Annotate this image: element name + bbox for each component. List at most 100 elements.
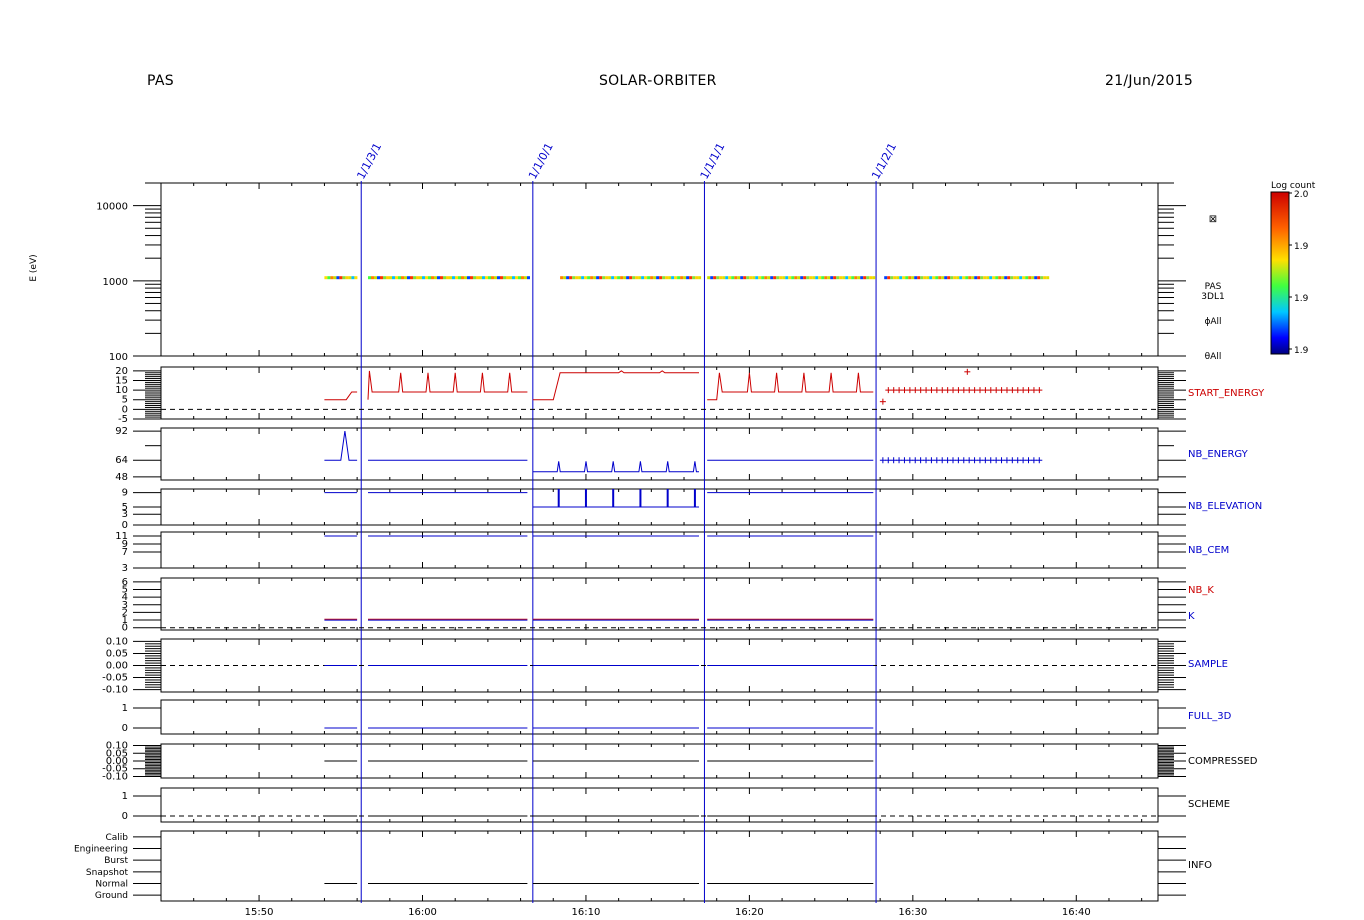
spectrogram-ylabel: E (eV) <box>29 254 39 281</box>
spectrogram-cell <box>1010 276 1014 280</box>
start-energy-line <box>707 372 874 401</box>
spectrogram-cell <box>833 276 837 280</box>
spectrogram-cell <box>560 276 564 280</box>
spectrogram-cell <box>725 276 729 280</box>
y-tick-label: 9 <box>122 488 128 499</box>
spectrogram-cell <box>506 276 509 280</box>
spectrogram-cell <box>422 276 425 280</box>
y-tick-label: 0.10 <box>106 636 128 647</box>
spectrogram-cell <box>944 276 948 280</box>
spectrogram-cell <box>398 276 401 280</box>
spectrogram-cell <box>371 276 374 280</box>
spectrogram-label-mode: 3DL1 <box>1201 292 1224 302</box>
spectrogram-cell <box>758 276 762 280</box>
x-tick-label: 16:00 <box>408 907 437 918</box>
spectrogram-cell <box>845 276 849 280</box>
spectrogram-cell <box>722 276 726 280</box>
spectrogram-cell <box>473 276 476 280</box>
spectrogram-cell <box>377 276 380 280</box>
spectrogram-cell <box>932 276 936 280</box>
spectrogram-cell <box>605 276 609 280</box>
spectrogram-cell <box>401 276 404 280</box>
panel-label-nb_k: NB_K <box>1188 585 1214 596</box>
spectrogram-cell <box>497 276 500 280</box>
spectrogram-cell <box>986 276 990 280</box>
spectrogram-cell <box>509 276 512 280</box>
spectrogram-cell <box>629 276 633 280</box>
spectrogram-cell <box>872 276 876 280</box>
spectrogram-cell <box>785 276 789 280</box>
spectrogram-cell <box>707 276 711 280</box>
spectrogram-cell <box>527 276 530 280</box>
spectrogram-cell <box>374 276 377 280</box>
spectrogram-cell <box>503 276 506 280</box>
spectrogram-cell <box>354 276 358 280</box>
spectrogram-cell <box>1001 276 1005 280</box>
nb-energy-line <box>532 461 699 473</box>
spectrogram-cell <box>953 276 957 280</box>
start-energy-line <box>532 370 699 401</box>
spectrogram-cell <box>809 276 813 280</box>
spectrogram-cell <box>818 276 822 280</box>
spectrogram-cell <box>710 276 714 280</box>
spectrogram-cell <box>824 276 828 280</box>
spectrogram-cell <box>602 276 606 280</box>
panel-frame-7 <box>160 699 1159 735</box>
spectrogram-cell <box>671 276 675 280</box>
spectrogram-cell <box>345 276 349 280</box>
panel-label-full_3d: FULL_3D <box>1188 711 1232 722</box>
spectrogram-cell <box>578 276 582 280</box>
spectrogram-cell <box>437 276 440 280</box>
spectrogram-cell <box>443 276 446 280</box>
colorbar-tick-label: 1.9 <box>1294 294 1309 304</box>
spectrogram-cell <box>1037 276 1041 280</box>
spectrogram-cell <box>446 276 449 280</box>
colorbar-tick-label: 1.9 <box>1294 346 1309 356</box>
spectrogram-cell <box>731 276 735 280</box>
spectrogram-cell <box>590 276 594 280</box>
spectrogram-cell <box>839 276 843 280</box>
spectrogram-label-instrument: PAS <box>1205 282 1222 292</box>
spectrogram-cell <box>683 276 687 280</box>
y-tick-label: 0.05 <box>106 648 128 659</box>
spectrogram-cell <box>1043 276 1047 280</box>
spectrogram-cell <box>776 276 780 280</box>
spectrogram-cell <box>755 276 759 280</box>
spectrogram-cell <box>917 276 921 280</box>
spectrogram-cell <box>479 276 482 280</box>
spectrogram-cell <box>1004 276 1008 280</box>
y-tick-label: Engineering <box>74 845 128 855</box>
y-tick-label: -0.10 <box>102 685 128 696</box>
spectrogram-cell <box>890 276 894 280</box>
spectrogram-cell <box>752 276 756 280</box>
y-tick-label: 0 <box>122 520 128 531</box>
y-tick-label: Burst <box>104 856 128 866</box>
spectrogram-cell <box>389 276 392 280</box>
spectrogram-cell <box>461 276 464 280</box>
spectrogram-cell <box>638 276 642 280</box>
y-tick-label: -0.05 <box>102 673 128 684</box>
panel-frame-5 <box>160 577 1159 631</box>
spectrogram-cell <box>860 276 864 280</box>
spectrogram-cell <box>968 276 972 280</box>
spectrogram-ytick: 1000 <box>103 277 128 288</box>
spectrogram-cell <box>767 276 771 280</box>
spectrogram-cell <box>452 276 455 280</box>
y-tick-label: 3 <box>122 563 128 574</box>
spectrogram-cell <box>1007 276 1011 280</box>
spectrogram-cell <box>923 276 927 280</box>
spectrogram-cell <box>494 276 497 280</box>
spectrogram-cell <box>419 276 422 280</box>
panel-label-nb_elevation: NB_ELEVATION <box>1188 501 1262 512</box>
spectrogram-cell <box>581 276 585 280</box>
y-tick-label: Snapshot <box>86 868 129 878</box>
spectrogram-cell <box>779 276 783 280</box>
x-tick-label: 16:20 <box>735 907 764 918</box>
spectrogram-cell <box>689 276 693 280</box>
spectrogram-cell <box>983 276 987 280</box>
spectrogram-cell <box>1022 276 1026 280</box>
spectrogram-cell <box>992 276 996 280</box>
spectrogram-cell <box>611 276 615 280</box>
spectrogram-cell <box>342 276 346 280</box>
spectrogram-cell <box>749 276 753 280</box>
